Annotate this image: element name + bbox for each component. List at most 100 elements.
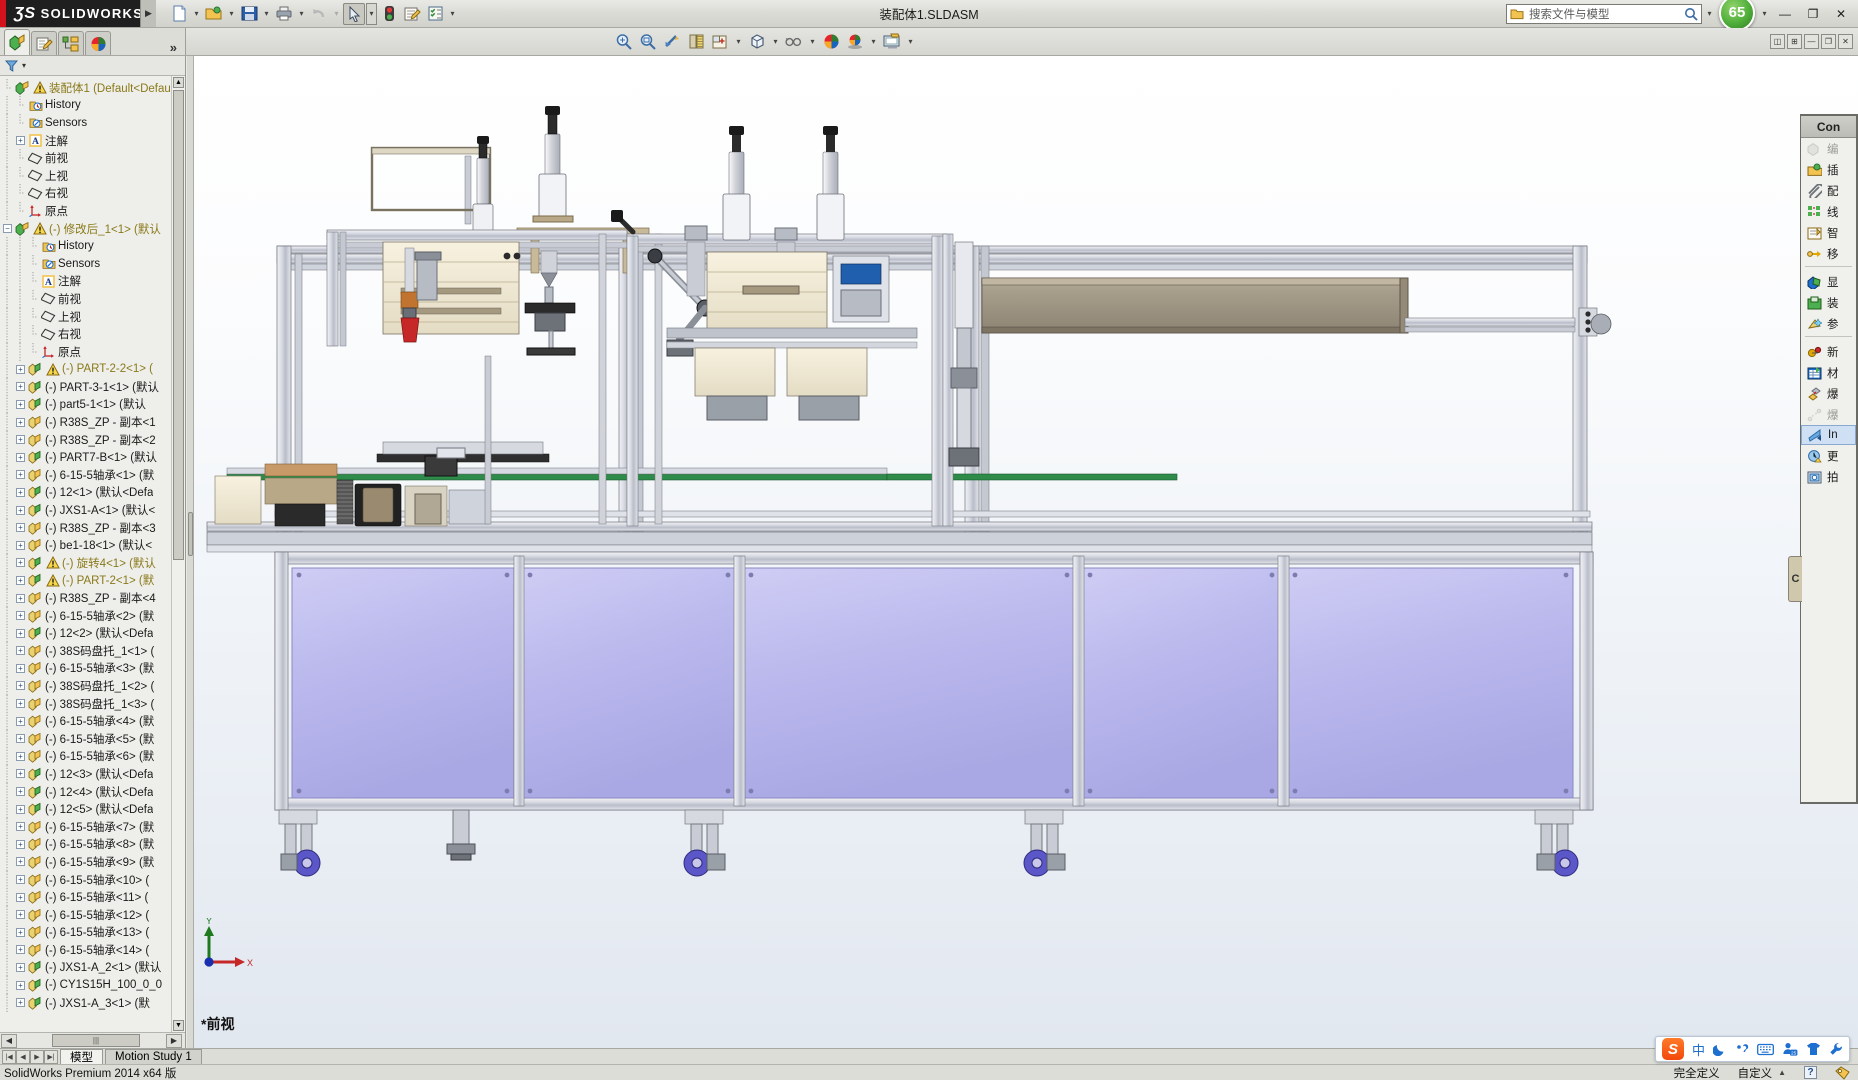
previous-view-button[interactable]	[661, 31, 683, 53]
tree-expander[interactable]: +	[15, 892, 26, 902]
tree-item[interactable]: + (-) 38S码盘托_1<3> (	[0, 694, 185, 713]
tree-item[interactable]: + (-) 旋转4<1> (默认	[0, 553, 185, 572]
new-document-button[interactable]	[168, 3, 190, 25]
feature-tree[interactable]: 装配体1 (Default<Defaul History Sensors + A 注解 前视…	[0, 76, 185, 1032]
zoom-to-fit-button[interactable]	[613, 31, 635, 53]
tab-next-button[interactable]: ▶	[30, 1049, 44, 1064]
command-panel-item[interactable]: 智	[1801, 222, 1856, 243]
command-panel-item[interactable]: In	[1801, 425, 1856, 445]
tree-item[interactable]: + (-) PART-2-2<1> (	[0, 360, 185, 379]
tree-expander[interactable]: +	[15, 663, 26, 673]
command-panel-item[interactable]: 更	[1801, 445, 1856, 466]
tree-hscroll-thumb[interactable]: |||	[52, 1034, 140, 1047]
tree-expander[interactable]: +	[15, 910, 26, 920]
print-document-caret[interactable]: ▾	[296, 3, 307, 25]
tree-vertical-scrollbar[interactable]: ▲ ▼	[171, 76, 185, 1032]
tree-expander[interactable]: +	[15, 558, 26, 568]
tab-model[interactable]: 模型	[60, 1049, 103, 1064]
tree-expander[interactable]: +	[15, 646, 26, 656]
tree-item[interactable]: + (-) be1-18<1> (默认<	[0, 536, 185, 555]
doc-minimize-button[interactable]: —	[1804, 34, 1819, 49]
open-document-caret[interactable]: ▾	[226, 3, 237, 25]
tree-expander[interactable]: +	[15, 470, 26, 480]
help-version-badge[interactable]: 65	[1719, 0, 1755, 31]
command-panel-item[interactable]: 材	[1801, 362, 1856, 383]
doc-close-button[interactable]: ✕	[1838, 34, 1853, 49]
tree-item[interactable]: + (-) R38S_ZP - 副本<2	[0, 430, 185, 449]
tree-expander[interactable]: +	[15, 769, 26, 779]
tree-item[interactable]: − (-) 修改后_1<1> (默认	[0, 220, 185, 238]
tree-item[interactable]: History	[0, 96, 185, 115]
save-document-caret[interactable]: ▾	[261, 3, 272, 25]
tree-horizontal-scrollbar[interactable]: ◀ ||| ▶	[0, 1032, 185, 1048]
tree-item[interactable]: + (-) part5-1<1> (默认	[0, 395, 185, 414]
select-tool-caret[interactable]: ▾	[366, 2, 377, 25]
tree-item[interactable]: 上视	[0, 166, 185, 185]
command-panel-item[interactable]: 显	[1801, 271, 1856, 292]
doc-restore-button[interactable]: ❐	[1821, 34, 1836, 49]
tree-item[interactable]: + (-) PART-2<1> (默	[0, 571, 185, 590]
tree-expander[interactable]: +	[15, 927, 26, 937]
tree-hscroll-right-arrow[interactable]: ▶	[166, 1033, 182, 1048]
tree-item[interactable]: + (-) 6-15-5轴承<3> (默	[0, 659, 185, 678]
tree-item[interactable]: + (-) 6-15-5轴承<10> (	[0, 870, 185, 889]
tree-item[interactable]: + (-) 12<2> (默认<Defa	[0, 624, 185, 643]
command-panel-item[interactable]: 装	[1801, 292, 1856, 313]
tree-item[interactable]: + (-) R38S_ZP - 副本<1	[0, 413, 185, 432]
open-document-button[interactable]	[203, 3, 225, 25]
tree-expander[interactable]: +	[15, 945, 26, 955]
tree-expander[interactable]: +	[15, 699, 26, 709]
new-document-caret[interactable]: ▾	[191, 3, 202, 25]
status-units[interactable]: 自定义	[1738, 1065, 1773, 1080]
tree-item[interactable]: + (-) 12<1> (默认<Defa	[0, 483, 185, 502]
command-panel-item[interactable]: 参	[1801, 313, 1856, 334]
tree-expander[interactable]: +	[15, 751, 26, 761]
tree-item[interactable]: + (-) 6-15-5轴承<13> (	[0, 923, 185, 942]
options-caret[interactable]: ▾	[447, 3, 458, 25]
tree-item[interactable]: + A 注解	[0, 131, 185, 150]
tab-prev-button[interactable]: ◀	[16, 1049, 30, 1064]
tree-expander[interactable]: +	[15, 487, 26, 497]
viewport-split2-button[interactable]: ⊞	[1787, 34, 1802, 49]
tree-item[interactable]: + (-) 6-15-5轴承<11> (	[0, 888, 185, 907]
file-properties-button[interactable]	[401, 3, 423, 25]
tree-scroll-up-arrow[interactable]: ▲	[173, 77, 184, 88]
tree-item[interactable]: Sensors	[0, 254, 185, 273]
tree-expander[interactable]: +	[15, 787, 26, 797]
tree-item[interactable]: + (-) 6-15-5轴承<6> (默	[0, 747, 185, 766]
tree-item[interactable]: + (-) 6-15-5轴承<5> (默	[0, 729, 185, 748]
tree-item[interactable]: + (-) 38S码盘托_1<2> (	[0, 676, 185, 695]
tree-expander[interactable]: +	[15, 980, 26, 990]
panel-tabs-more-button[interactable]: »	[170, 40, 185, 55]
command-panel-tab[interactable]: C	[1788, 556, 1802, 602]
tree-item[interactable]: + (-) 12<4> (默认<Defa	[0, 782, 185, 801]
help-caret[interactable]: ▾	[1759, 3, 1770, 25]
tree-item[interactable]: + (-) 6-15-5轴承<1> (默	[0, 465, 185, 484]
tree-expander[interactable]: +	[15, 804, 26, 814]
assembly-command-panel[interactable]: Con 编插配线智移显装参新材爆爆 In 更拍	[1800, 114, 1858, 804]
ime-language-mode[interactable]: 中	[1692, 1040, 1705, 1059]
restore-button[interactable]: ❐	[1800, 4, 1826, 24]
tree-expander[interactable]: +	[15, 611, 26, 621]
zoom-to-area-button[interactable]	[637, 31, 659, 53]
property-manager-tab[interactable]	[31, 31, 57, 55]
tree-expander[interactable]: +	[15, 998, 26, 1008]
tree-expander[interactable]: +	[15, 822, 26, 832]
tree-item[interactable]: 前视	[0, 289, 185, 308]
tree-item[interactable]: + (-) JXS1-A_3<1> (默	[0, 993, 185, 1012]
tag-icon[interactable]	[1835, 1065, 1850, 1080]
tree-item[interactable]: + (-) 6-15-5轴承<12> (	[0, 905, 185, 924]
search-caret[interactable]: ▾	[1704, 3, 1715, 25]
command-panel-item[interactable]: 新	[1801, 341, 1856, 362]
solidworks-logo[interactable]: ƷS SOLIDWORKS	[0, 0, 142, 27]
sogou-logo-icon[interactable]: S	[1661, 1038, 1684, 1060]
print-document-button[interactable]	[273, 3, 295, 25]
tree-item[interactable]: + (-) CY1S15H_100_0_0	[0, 976, 185, 995]
graphics-viewport[interactable]: Y X *前视 Con 编插配线智移显装参新材爆爆 In 更拍 C	[187, 56, 1858, 1048]
tree-item[interactable]: + (-) 6-15-5轴承<9> (默	[0, 852, 185, 871]
feature-manager-tab[interactable]	[4, 29, 30, 55]
tree-item[interactable]: + (-) 6-15-5轴承<2> (默	[0, 606, 185, 625]
tree-item[interactable]: 原点	[0, 342, 185, 361]
section-view-button[interactable]	[685, 31, 707, 53]
tree-expander[interactable]: +	[15, 839, 26, 849]
